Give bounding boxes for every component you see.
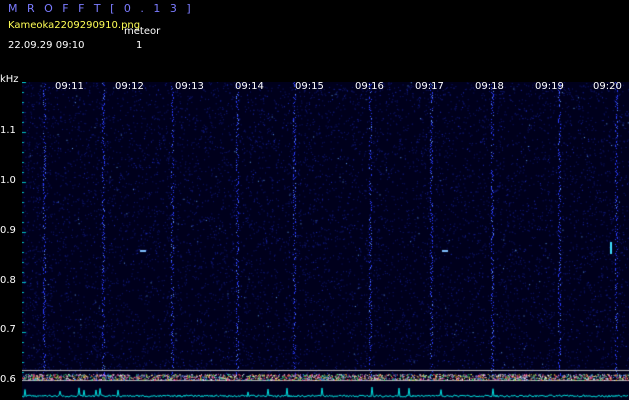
- spectrogram: [22, 82, 629, 400]
- x-tick-label: 09:18: [475, 81, 504, 92]
- x-tick-label: 09:13: [175, 81, 204, 92]
- file-name: Kameoka2209290910.png: [8, 20, 141, 31]
- y-tick-label: 0.7: [0, 324, 16, 335]
- x-tick-label: 09:12: [115, 81, 144, 92]
- y-tick-label: 0.9: [0, 225, 16, 236]
- x-tick-label: 09:14: [235, 81, 264, 92]
- date-time: 22.09.29 09:10: [8, 40, 85, 51]
- x-tick-label: 09:20: [593, 81, 622, 92]
- x-tick-label: 09:16: [355, 81, 384, 92]
- x-tick-label: 09:15: [295, 81, 324, 92]
- app-title: M R O F F T [ 0 . 1 3 ]: [8, 2, 194, 15]
- x-tick-label: 09:11: [55, 81, 84, 92]
- meteor-label: meteor: [124, 26, 161, 37]
- y-tick-label: 1.0: [0, 175, 16, 186]
- y-unit-label: kHz: [0, 74, 19, 85]
- y-tick-label: 1.1: [0, 125, 16, 136]
- y-tick-label: 0.8: [0, 275, 16, 286]
- meteor-count: 1: [136, 40, 143, 51]
- spectrogram-canvas: [22, 82, 629, 400]
- x-tick-label: 09:17: [415, 81, 444, 92]
- x-tick-label: 09:19: [535, 81, 564, 92]
- y-tick-label: 0.6: [0, 374, 16, 385]
